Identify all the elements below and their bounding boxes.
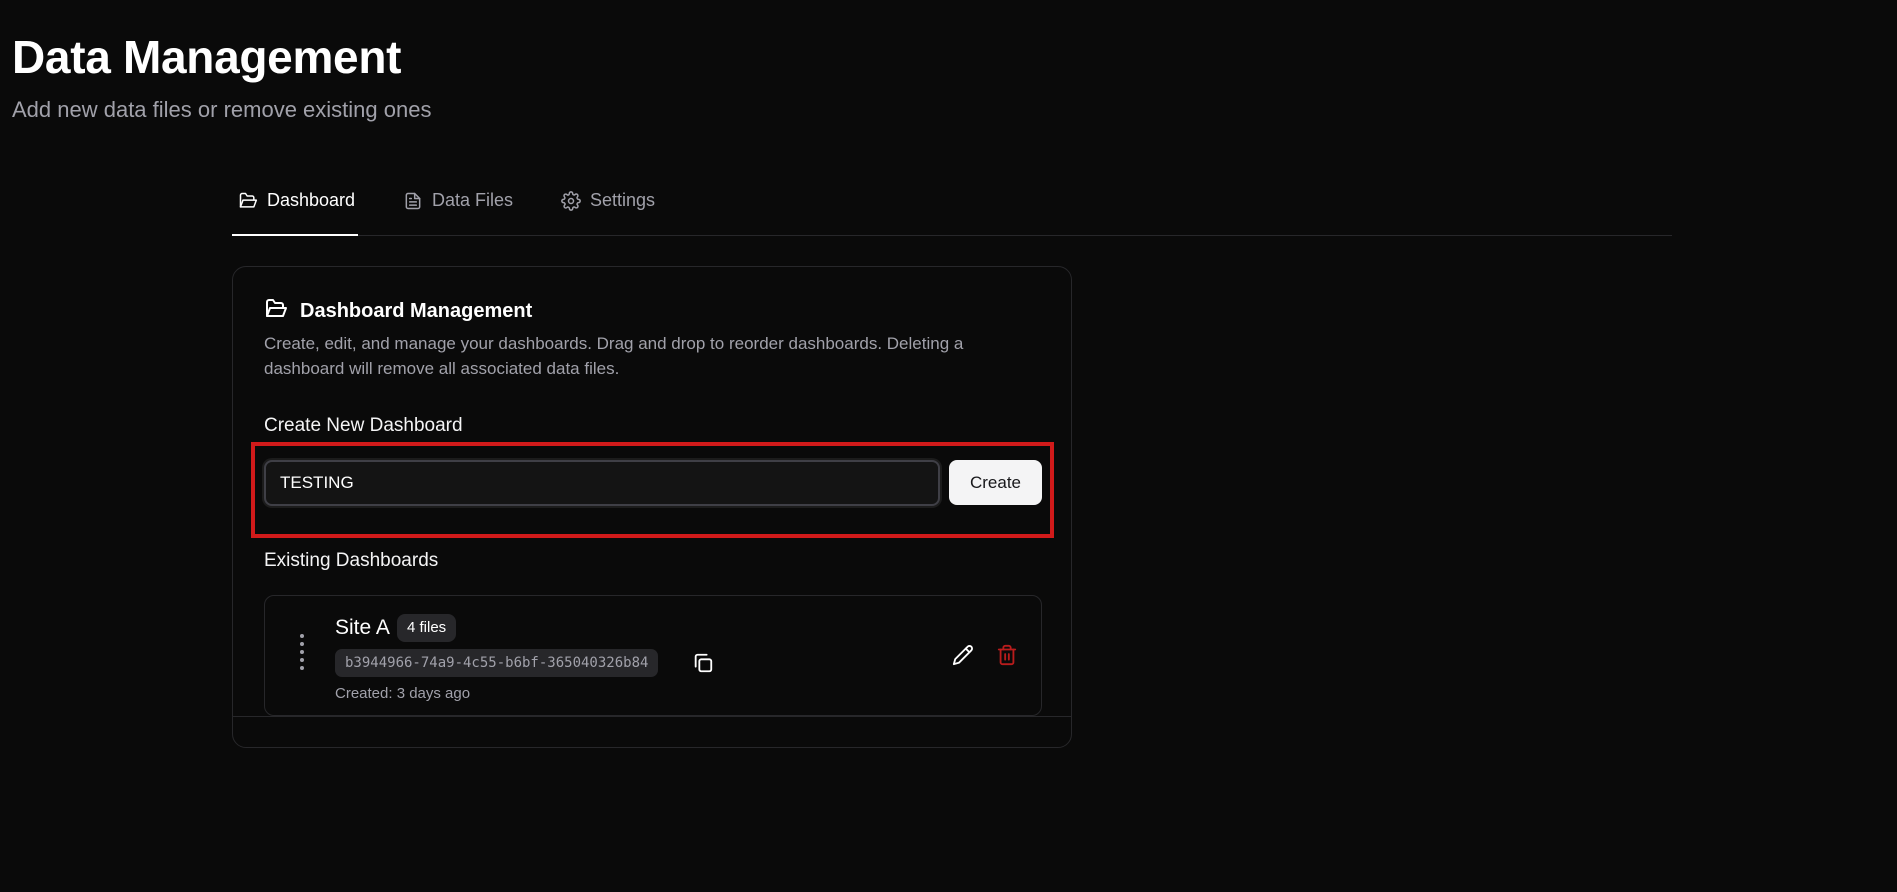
dashboard-list-item: Site A 4 files b3944966-74a9-4c55-b6bf-3… [264,595,1042,716]
card-header: Dashboard Management [264,297,532,326]
existing-dashboards-label: Existing Dashboards [264,550,439,571]
tab-data-files[interactable]: Data Files [403,186,513,236]
folder-open-icon [264,297,288,326]
page-subtitle: Add new data files or remove existing on… [12,97,432,122]
drag-handle-icon[interactable] [298,634,306,680]
card-divider [233,716,1071,717]
trash-icon[interactable] [996,644,1018,666]
create-button[interactable]: Create [949,460,1042,505]
dashboard-name-input[interactable] [264,460,940,506]
tab-settings[interactable]: Settings [561,186,655,236]
tab-bar: Dashboard Data Files Settings [232,186,1672,236]
file-text-icon [403,190,423,216]
tab-label: Dashboard [267,190,356,210]
tab-label: Data Files [432,190,514,210]
card-title: Dashboard Management [300,300,533,322]
dashboard-name: Site A [335,616,390,639]
card-description: Create, edit, and manage your dashboards… [264,334,964,378]
copy-icon[interactable] [692,652,714,674]
folder-open-icon [238,190,258,216]
pencil-icon[interactable] [952,644,974,666]
tab-dashboard[interactable]: Dashboard [232,186,358,236]
page-title: Data Management [12,31,402,83]
files-count-badge: 4 files [397,614,457,642]
create-dashboard-label: Create New Dashboard [264,415,463,436]
tab-label: Settings [590,190,656,210]
gear-icon [561,190,581,216]
created-timestamp: Created: 3 days ago [335,685,471,702]
dashboard-management-card: Dashboard Management Create, edit, and m… [232,266,1072,748]
dashboard-id: b3944966-74a9-4c55-b6bf-365040326b84 [335,649,659,677]
